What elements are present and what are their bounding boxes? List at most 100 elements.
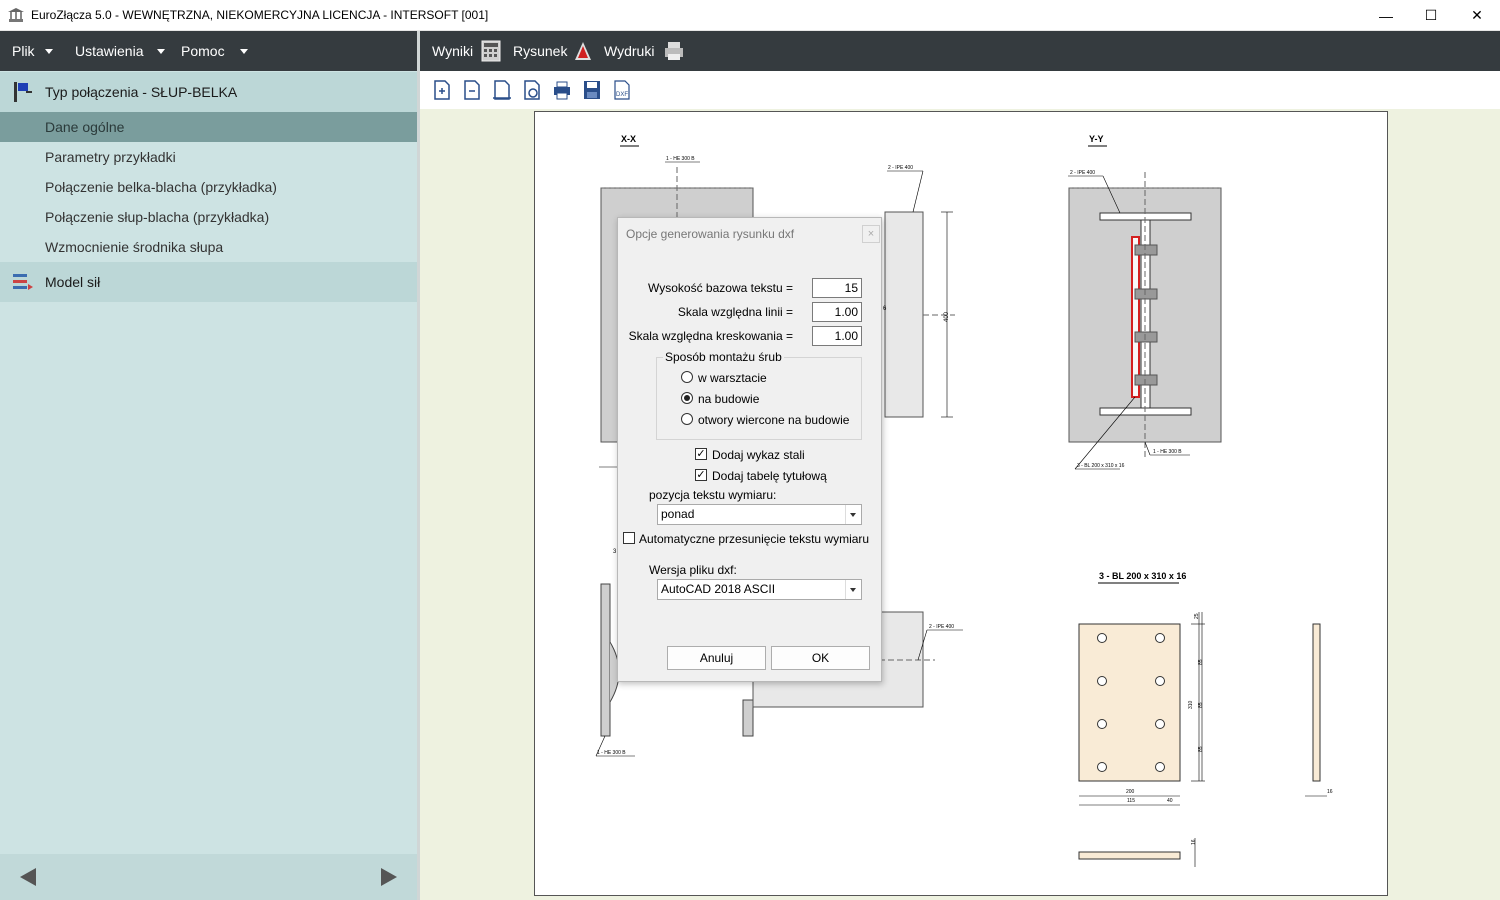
radio-workshop[interactable] [681,371,693,383]
previous-arrow-icon[interactable] [20,868,36,886]
sidebar-item-label: Połączenie belka-blacha (przykładka) [45,179,277,195]
minimize-button[interactable]: — [1363,0,1409,31]
dropdown-arrow-icon [850,588,856,592]
zoom-page-icon[interactable] [522,79,542,101]
label-he300b-top: 1 - HE 300 B [666,156,695,162]
app-logo-icon [8,8,24,22]
results-toolbar: Wyniki Rysunek Wydruki [420,31,1500,71]
sidebar-item-label: Dane ogólne [45,119,125,135]
checkbox-auto-shift-label: Automatyczne przesunięcie tekstu wymiaru [639,532,870,546]
hatch-scale-label: Skala względna kreskowania = [628,329,793,343]
save-icon[interactable] [582,79,602,101]
window-title: EuroZłącza 5.0 - WEWNĘTRZNA, NIEKOMERCYJ… [31,8,489,22]
dialog-title: Opcje generowania rysunku dxf [626,227,795,241]
plate-drawing [1078,623,1181,782]
menu-file[interactable]: Plik [12,31,53,71]
radio-drilled-on-site-label: otwory wiercone na budowie [698,413,850,427]
menu-settings[interactable]: Ustawienia [75,31,166,71]
cancel-button[interactable]: Anuluj [667,646,766,670]
next-arrow-icon[interactable] [381,868,397,886]
line-scale-label: Skala względna linii = [677,305,793,319]
dxf-version-select[interactable]: AutoCAD 2018 ASCII [657,579,862,600]
label-plate-yy: 3 - BL 200 x 310 x 16 [1077,463,1125,469]
sidebar-item-general-data[interactable]: Dane ogólne [0,112,417,142]
label-ipe400-yy: 2 - IPE 400 [1070,170,1095,176]
minimize-icon: — [1379,7,1393,24]
view-yy-label: Y-Y [1089,134,1104,144]
dim-16-side: 16 [1327,789,1333,795]
dim-85c: 85 [1198,746,1204,752]
dim-text-position-label: pozycja tekstu wymiaru: [649,488,777,502]
checkbox-title-table-label: Dodaj tabelę tytułową [712,469,827,483]
plate-side-view [1312,623,1321,782]
dim-40: 40 [1167,798,1173,804]
radio-workshop-label: w warsztacie [698,371,767,385]
drawing-button[interactable]: Rysunek [513,43,567,59]
calculator-icon[interactable] [480,40,502,62]
zoom-out-page-icon[interactable] [462,79,482,101]
dxf-options-dialog: Opcje generowania rysunku dxf × Wysokość… [617,217,882,682]
dxf-version-label: Wersja pliku dxf: [649,563,737,577]
fit-width-icon[interactable] [492,79,512,101]
sidebar-item-column-plate[interactable]: Połączenie słup-blacha (przykładka) [0,202,417,232]
dxf-icon-text: DXF [616,92,628,98]
checkbox-steel-list[interactable]: ✓ [695,448,707,460]
force-model-icon [13,274,33,290]
checkbox-title-table[interactable]: ✓ [695,469,707,481]
text-height-label: Wysokość bazowa tekstu = [648,281,793,295]
menu-help[interactable]: Pomoc [181,31,248,71]
view-xx-label: X-X [621,134,636,144]
radio-on-site[interactable] [681,392,693,404]
sidebar-item-label: Wzmocnienie środnika słupa [45,239,224,255]
dim-85b: 85 [1198,702,1204,708]
radio-drilled-on-site[interactable] [681,413,693,425]
dialog-close-button[interactable]: × [862,225,880,243]
section-force-model[interactable]: Model sił [0,262,417,302]
dxf-version-value: AutoCAD 2018 ASCII [661,582,776,596]
dim-16-top: 16 [1191,839,1197,845]
maximize-button[interactable]: ☐ [1408,0,1454,31]
checkmark-icon: ✓ [696,469,706,481]
menu-settings-label: Ustawienia [75,43,144,59]
dim-115: 115 [1127,798,1135,804]
results-button[interactable]: Wyniki [432,43,473,59]
section-connection-type-label: Typ połączenia - SŁUP-BELKA [45,84,238,100]
drawing-toolbar: DXF [420,71,1500,109]
dim-200: 200 [1126,789,1135,795]
sidebar-item-splice-params[interactable]: Parametry przykładki [0,142,417,172]
section-connection-type[interactable]: Typ połączenia - SŁUP-BELKA [0,72,417,112]
sidebar-item-beam-plate[interactable]: Połączenie belka-blacha (przykładka) [0,172,417,202]
menu-help-label: Pomoc [181,43,225,59]
close-button[interactable]: ✕ [1454,0,1500,31]
dim-text-position-value: ponad [661,507,695,521]
right-panel: Wyniki Rysunek Wydruki DXF X-X Y-Y 1 - H… [417,31,1500,900]
dim-text-position-select[interactable]: ponad [657,504,862,525]
print-icon[interactable] [552,79,572,101]
left-panel: Plik Ustawienia Pomoc Typ połączenia - S… [0,31,417,900]
bolt-mounting-legend: Sposób montażu śrub [663,350,784,364]
close-icon: × [867,228,875,240]
text-height-input[interactable]: 15 [812,278,862,298]
label-he300b-bottom: 1 - HE 300 B [597,750,626,756]
ok-button[interactable]: OK [771,646,870,670]
caret-down-icon [157,48,166,54]
label-ipe400-top: 2 - IPE 400 [888,165,913,171]
menu-file-label: Plik [12,43,35,59]
checkbox-auto-shift[interactable] [623,532,635,544]
radio-on-site-label: na budowie [698,392,760,406]
drawing-triangle-icon[interactable] [572,40,594,62]
sidebar-item-label: Połączenie słup-blacha (przykładka) [45,209,270,225]
checkmark-icon: ✓ [696,448,706,460]
hatch-scale-input[interactable]: 1.00 [812,326,862,346]
plate-top-view [1078,851,1181,860]
line-scale-input[interactable]: 1.00 [812,302,862,322]
prints-button[interactable]: Wydruki [604,43,654,59]
export-dxf-icon[interactable]: DXF [612,79,632,101]
caret-down-icon [239,48,248,54]
zoom-in-page-icon[interactable] [432,79,452,101]
sidebar-item-web-stiffening[interactable]: Wzmocnienie środnika słupa [0,232,417,262]
section-force-model-label: Model sił [45,274,101,290]
printer-icon[interactable] [663,40,685,62]
close-icon: ✕ [1471,7,1483,23]
dim-25: 25 [1194,613,1200,619]
